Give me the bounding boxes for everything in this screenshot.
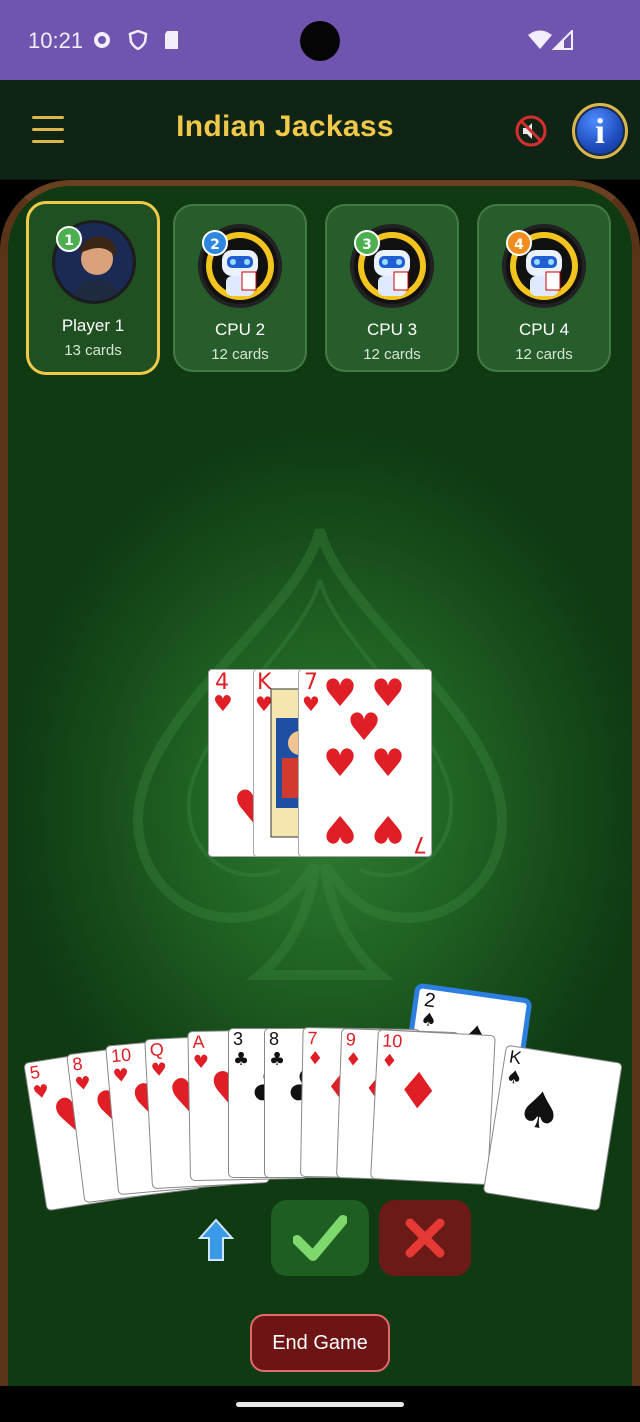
player-panel-1[interactable]: 1 Player 1 13 cards	[26, 201, 160, 375]
info-button[interactable]: i	[572, 103, 628, 159]
card-suit: ♥	[192, 1051, 210, 1073]
app-title: Indian Jackass	[176, 110, 394, 143]
sound-muted-icon[interactable]	[514, 114, 548, 148]
card-rank: 3	[233, 1029, 244, 1049]
player-card-count: 12 cards	[363, 346, 421, 363]
player-number-badge: 1	[56, 226, 82, 252]
sd-card-icon	[165, 31, 178, 49]
hand-card[interactable]: 10 ♦ ♦	[370, 1029, 496, 1186]
card-suit: ♥	[150, 1059, 168, 1081]
card-suit: ♥	[73, 1072, 93, 1096]
system-nav-bar	[0, 1386, 640, 1422]
player-name: CPU 4	[518, 320, 570, 339]
card-suit: ♦	[380, 1050, 398, 1073]
player-card-count: 13 cards	[64, 342, 122, 359]
arrow-up-icon[interactable]	[196, 1218, 236, 1262]
heart-icon: ♥	[371, 741, 406, 785]
card-suit: ♦	[344, 1049, 362, 1071]
app-bar: Indian Jackass i	[0, 80, 640, 180]
player-panel-2[interactable]: 2 CPU 2 12 cards	[173, 204, 307, 372]
shield-icon	[128, 30, 148, 50]
checkmark-icon	[293, 1215, 347, 1261]
card-rank: 7	[307, 1028, 318, 1049]
card-rank: 10	[110, 1044, 132, 1067]
heart-icon: ♥	[323, 741, 358, 785]
signal-icon	[552, 30, 573, 50]
card-pip-icon: ♦	[394, 1061, 443, 1122]
player-number-badge: 2	[202, 230, 228, 256]
cancel-button[interactable]	[379, 1200, 471, 1276]
info-icon: i	[594, 111, 605, 151]
status-bar: 10:21	[0, 0, 640, 80]
card-rank-bottom: 7	[413, 831, 427, 856]
card-rank: A	[192, 1031, 205, 1052]
player-number-badge: 3	[354, 230, 380, 256]
camera-cutout	[300, 21, 340, 61]
card-suit: ♥	[302, 692, 320, 716]
card-rank: 10	[381, 1030, 403, 1052]
home-gesture-pill[interactable]	[236, 1402, 404, 1407]
card-suit: ♥	[213, 692, 233, 717]
player-card-count: 12 cards	[515, 346, 573, 363]
card-suit: ♣	[233, 1049, 250, 1070]
player-number-badge: 4	[506, 230, 532, 256]
card-rank: 8	[71, 1053, 84, 1075]
card-pip-icon: ♠	[513, 1078, 567, 1143]
player-name: CPU 3	[366, 320, 418, 339]
heart-icon: ♥	[323, 807, 358, 851]
player-name: CPU 2	[214, 320, 266, 339]
card-suit: ♠	[419, 1008, 439, 1032]
player-name: Player 1	[61, 316, 125, 335]
card-suit: ♦	[306, 1048, 324, 1070]
card-rank: 9	[345, 1029, 357, 1050]
end-game-button[interactable]: End Game	[250, 1314, 390, 1372]
pile-card: 7 ♥ ♥ ♥ ♥ ♥ ♥ ♥ ♥ 7	[298, 669, 432, 857]
card-rank: 8	[269, 1029, 280, 1049]
status-time: 10:21	[28, 28, 84, 53]
confirm-button[interactable]	[271, 1200, 369, 1276]
hand-card[interactable]: K ♠ ♠	[482, 1044, 623, 1212]
card-suit: ♥	[31, 1080, 51, 1104]
heart-icon: ♥	[371, 807, 406, 851]
wifi-icon	[528, 30, 552, 49]
player-card-count: 12 cards	[211, 346, 269, 363]
card-suit: ♥	[111, 1064, 130, 1088]
player-panel-4[interactable]: 4 CPU 4 12 cards	[477, 204, 611, 372]
card-rank: Q	[149, 1039, 165, 1061]
card-suit: ♣	[269, 1049, 286, 1070]
close-icon	[405, 1218, 445, 1258]
settings-icon	[94, 32, 110, 48]
player-panel-3[interactable]: 3 CPU 3 12 cards	[325, 204, 459, 372]
